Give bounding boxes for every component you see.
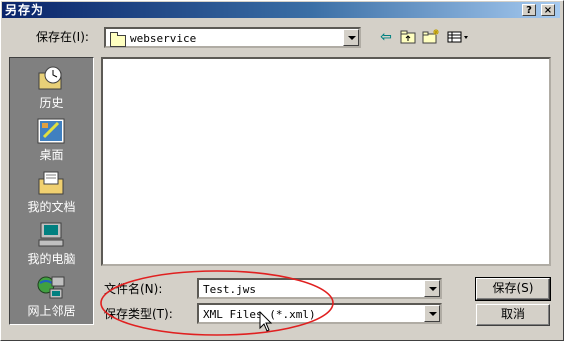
cancel-button[interactable]: 取消 xyxy=(476,304,550,326)
help-button[interactable]: ? xyxy=(522,4,536,16)
chevron-down-icon[interactable] xyxy=(343,29,359,46)
place-label: 我的电脑 xyxy=(27,252,76,266)
history-icon xyxy=(36,65,66,93)
place-label: 网上邻居 xyxy=(27,304,76,318)
mouse-cursor-icon xyxy=(259,311,273,332)
title-bar: 另存为 ? × xyxy=(2,2,560,18)
chevron-down-icon[interactable] xyxy=(424,305,440,322)
chevron-down-icon[interactable] xyxy=(424,280,440,297)
save-in-dropdown[interactable]: webservice xyxy=(104,27,361,48)
place-my-computer[interactable]: 我的电脑 xyxy=(10,216,93,268)
annotation-ellipse xyxy=(100,270,334,336)
up-folder-icon[interactable] xyxy=(399,28,417,46)
window-title: 另存为 xyxy=(5,3,45,17)
save-in-label: 保存在(I): xyxy=(36,30,89,44)
desktop-icon xyxy=(36,117,66,145)
place-my-documents[interactable]: 我的文档 xyxy=(10,164,93,216)
place-desktop[interactable]: 桌面 xyxy=(10,112,93,164)
place-label: 桌面 xyxy=(39,148,64,162)
my-computer-icon xyxy=(36,221,66,249)
file-list[interactable] xyxy=(101,57,551,266)
save-in-value: webservice xyxy=(130,32,197,45)
place-history[interactable]: 历史 xyxy=(10,60,93,112)
place-network[interactable]: 网上邻居 xyxy=(10,268,93,320)
back-arrow-icon[interactable]: ⇦ xyxy=(377,28,395,46)
places-bar: 历史 桌面 我的文档 我的电脑 网上邻居 xyxy=(9,57,94,325)
my-documents-icon xyxy=(36,169,66,197)
network-places-icon xyxy=(36,273,66,301)
folder-icon xyxy=(110,32,126,47)
place-label: 我的文档 xyxy=(27,200,76,214)
place-label: 历史 xyxy=(39,96,64,110)
view-menu-icon[interactable] xyxy=(446,28,470,46)
save-button[interactable]: 保存(S) xyxy=(475,277,551,301)
close-button[interactable]: × xyxy=(541,4,555,16)
new-folder-icon[interactable] xyxy=(422,28,440,46)
